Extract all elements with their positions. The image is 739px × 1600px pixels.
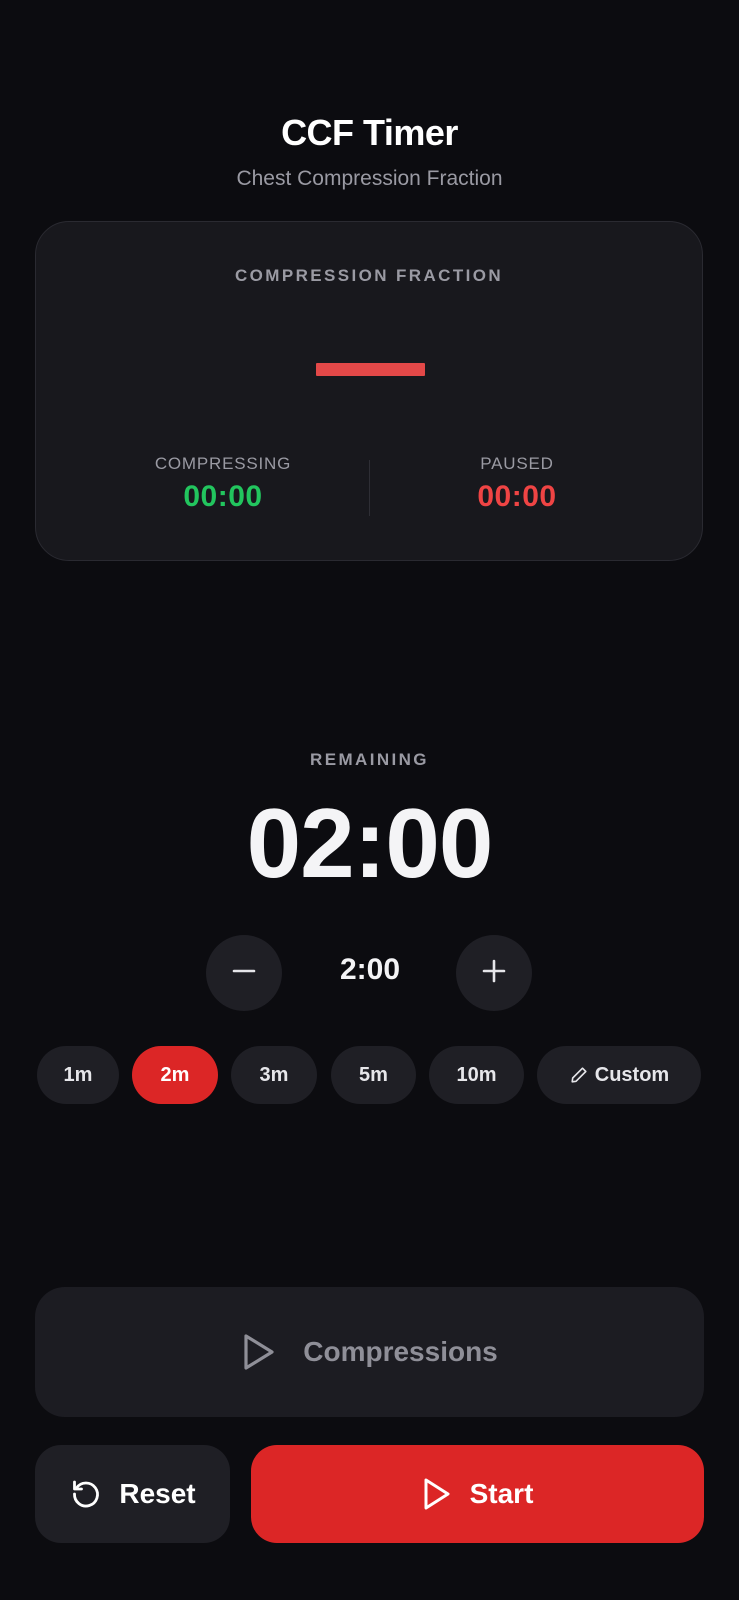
reset-icon xyxy=(69,1477,103,1511)
compressing-time: 00:00 xyxy=(183,480,263,513)
compressing-stat: COMPRESSING 00:00 xyxy=(123,454,323,514)
preset-1m-button[interactable]: 1m xyxy=(37,1046,119,1104)
preset-2m-button[interactable]: 2m xyxy=(132,1046,218,1104)
paused-label: PAUSED xyxy=(480,454,554,473)
compression-fraction-value-dash xyxy=(316,363,425,376)
preset-3m-button[interactable]: 3m xyxy=(231,1046,317,1104)
app-subtitle: Chest Compression Fraction xyxy=(236,167,503,190)
remaining-label: REMAINING xyxy=(310,750,429,769)
remaining-time: 02:00 xyxy=(246,788,494,898)
start-label: Start xyxy=(469,1478,534,1509)
reset-label: Reset xyxy=(119,1478,196,1509)
compressions-label: Compressions xyxy=(303,1336,498,1367)
play-icon xyxy=(422,1477,452,1511)
minus-icon xyxy=(230,957,258,990)
preset-label: Custom xyxy=(594,1063,670,1086)
paused-stat: PAUSED 00:00 xyxy=(417,454,617,514)
preset-label: 5m xyxy=(359,1063,388,1086)
preset-label: 10m xyxy=(456,1063,497,1086)
preset-label: 1m xyxy=(63,1063,93,1086)
play-icon xyxy=(241,1332,277,1372)
app-title: CCF Timer xyxy=(281,112,458,153)
plus-icon xyxy=(480,957,508,990)
pencil-icon xyxy=(569,1065,589,1085)
paused-time: 00:00 xyxy=(477,480,557,513)
preset-5m-button[interactable]: 5m xyxy=(331,1046,416,1104)
compressions-button[interactable]: Compressions xyxy=(35,1287,704,1417)
preset-label: 2m xyxy=(160,1063,190,1086)
stat-divider xyxy=(369,460,370,516)
preset-custom-button[interactable]: Custom xyxy=(537,1046,701,1104)
ccf-timer-screen: CCF Timer Chest Compression Fraction COM… xyxy=(0,0,739,1600)
preset-10m-button[interactable]: 10m xyxy=(429,1046,524,1104)
increase-duration-button[interactable] xyxy=(456,935,532,1011)
compression-fraction-card: COMPRESSION FRACTION COMPRESSING 00:00 P… xyxy=(35,221,703,561)
start-button[interactable]: Start xyxy=(251,1445,704,1543)
duration-value: 2:00 xyxy=(339,953,401,986)
preset-label: 3m xyxy=(259,1063,289,1086)
decrease-duration-button[interactable] xyxy=(206,935,282,1011)
compression-fraction-label: COMPRESSION FRACTION xyxy=(234,266,504,285)
compressing-label: COMPRESSING xyxy=(154,454,292,473)
reset-button[interactable]: Reset xyxy=(35,1445,230,1543)
